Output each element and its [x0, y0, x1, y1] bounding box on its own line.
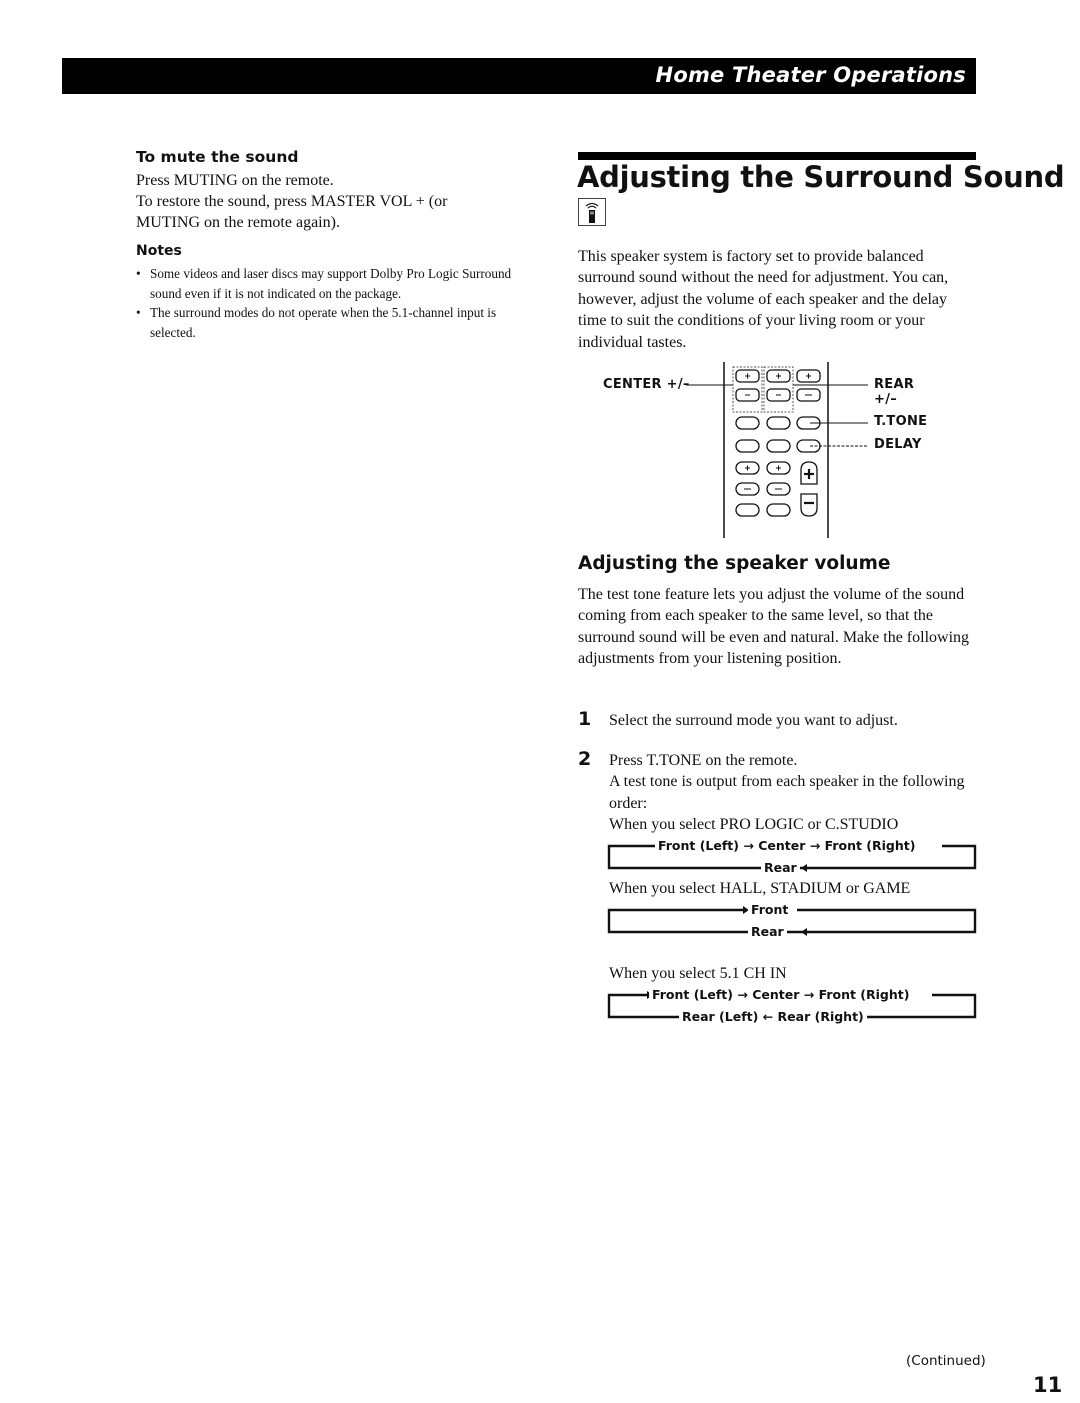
page-title: Adjusting the Surround Sound [577, 160, 1065, 194]
notes-heading: Notes [136, 243, 182, 259]
flow-bottom-row: Rear [748, 924, 787, 939]
speaker-front-left: Front (Left) [652, 987, 733, 1002]
flow-top-row: Front [748, 902, 792, 917]
mode-label: When you select HALL, STADIUM or GAME [609, 880, 911, 897]
step-number: 1 [578, 708, 592, 730]
step-text: Press T.TONE on the remote. A test tone … [609, 752, 965, 812]
speaker-volume-heading: Adjusting the speaker volume [578, 553, 891, 574]
speaker-rear-right: Rear (Right) [777, 1009, 864, 1024]
mute-paragraph-2: To restore the sound, press MASTER VOL +… [136, 193, 448, 231]
arrow-right-icon: → [737, 987, 748, 1002]
arrow-right-icon: → [809, 838, 821, 853]
speaker-order-flow: Front Rear [607, 900, 977, 944]
mute-heading: To mute the sound [136, 148, 299, 166]
note-text: Some videos and laser discs may support … [150, 266, 512, 301]
speaker-volume-paragraph: The test tone feature lets you adjust th… [578, 586, 970, 668]
step-number: 2 [578, 748, 592, 770]
note-item: • The surround modes do not operate when… [136, 303, 536, 342]
section-header-bar: Home Theater Operations [62, 58, 976, 94]
center-label: CENTER +/– [603, 377, 690, 392]
speaker-rear: Rear [764, 860, 797, 875]
mode-label: When you select PRO LOGIC or C.STUDIO [609, 816, 899, 833]
flow-top-row: Front (Left) → Center → Front (Right) [655, 838, 919, 853]
speaker-center: Center [752, 987, 800, 1002]
intro-paragraph: This speaker system is factory set to pr… [578, 248, 949, 351]
arrow-right-icon: → [743, 838, 754, 853]
mute-paragraph-1: Press MUTING on the remote. [136, 172, 334, 189]
speaker-front-right: Front (Right) [818, 987, 910, 1002]
flow-bottom-row: Rear (Left) ← Rear (Right) [679, 1009, 867, 1024]
speaker-front-right: Front (Right) [824, 838, 916, 853]
title-rule [578, 152, 976, 160]
flow-bottom-row: Rear [761, 860, 800, 875]
speaker-rear: Rear [751, 924, 784, 939]
ttone-label: T.TONE [874, 414, 928, 429]
speaker-front: Front [751, 902, 789, 917]
speaker-center: Center [758, 838, 806, 853]
note-item: • Some videos and laser discs may suppor… [136, 264, 536, 303]
bullet: • [136, 305, 141, 320]
speaker-front-left: Front (Left) [658, 838, 739, 853]
continued-note: (Continued) [906, 1353, 986, 1369]
speaker-order-flow: Front (Left) → Center → Front (Right) Re… [607, 836, 977, 880]
remote-control-icon [578, 198, 606, 226]
arrow-left-icon: ← [762, 1009, 774, 1024]
page-number: 11 [1033, 1373, 1063, 1397]
arrow-right-icon: → [803, 987, 815, 1002]
mode-label: When you select 5.1 CH IN [609, 965, 787, 982]
speaker-rear-left: Rear (Left) [682, 1009, 759, 1024]
note-text: The surround modes do not operate when t… [150, 305, 497, 340]
remote-diagram: CENTER +/– REAR +/– T.TONE DELAY [598, 362, 938, 540]
section-title: Home Theater Operations [655, 63, 966, 87]
flow-top-row: Front (Left) → Center → Front (Right) [649, 987, 913, 1002]
delay-label: DELAY [874, 437, 922, 452]
rear-label: REAR +/– [874, 377, 915, 407]
speaker-order-flow: Front (Left) → Center → Front (Right) Re… [607, 985, 977, 1029]
bullet: • [136, 266, 141, 281]
step-text: Select the surround mode you want to adj… [609, 712, 898, 729]
